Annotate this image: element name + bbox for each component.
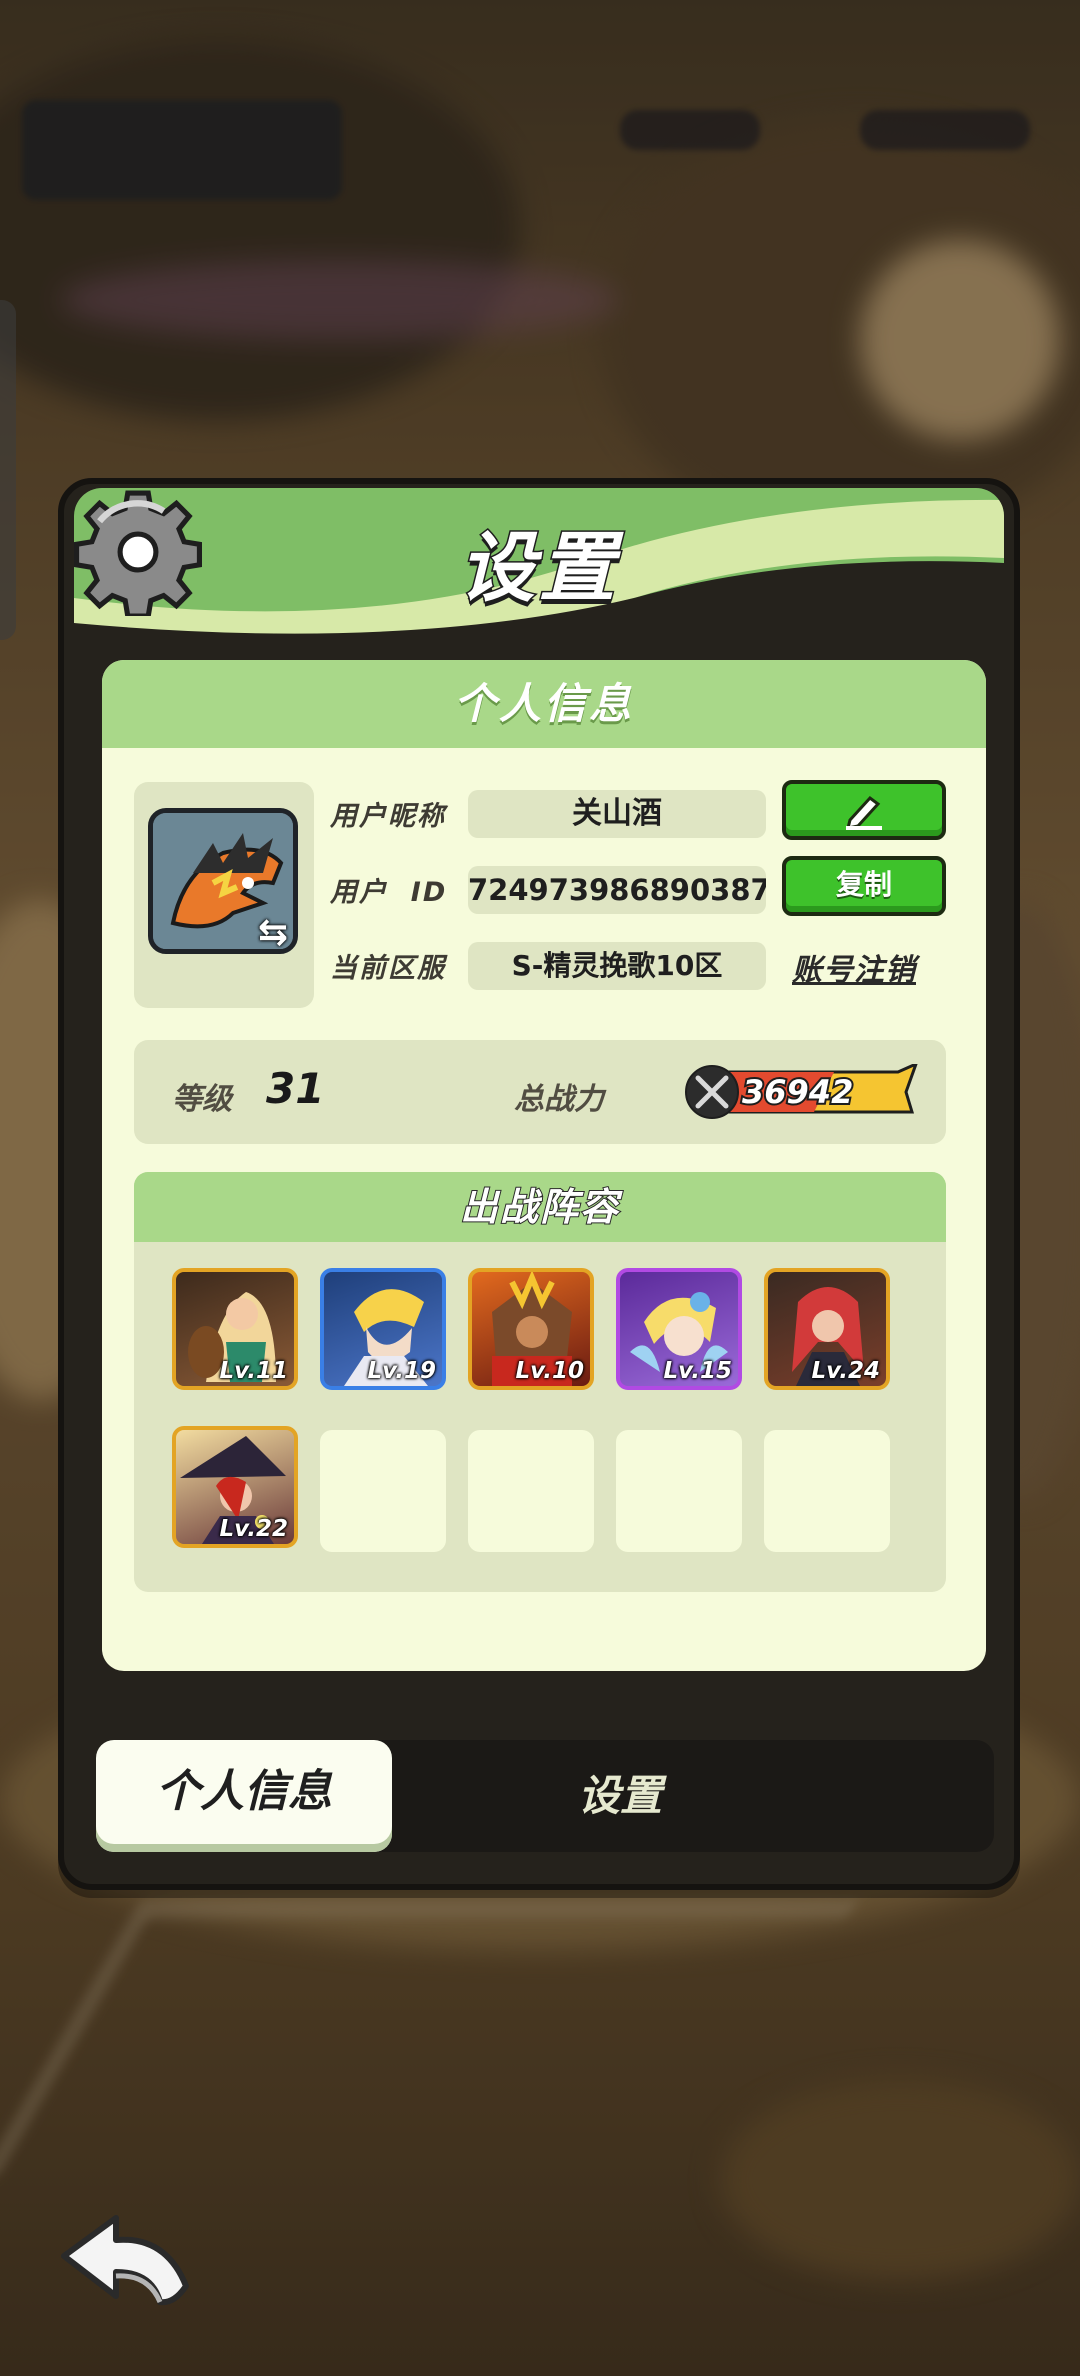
level-label: 等级 (172, 1082, 232, 1117)
account-cancel-link[interactable]: 账号注销 (792, 945, 916, 989)
hero-level: Lv.22 (219, 1516, 288, 1542)
hero-slot[interactable]: Lv.10 (468, 1268, 594, 1390)
level-value: 31 (266, 1064, 325, 1113)
power-label: 总战力 (514, 1082, 604, 1117)
stats-bar: 等级 31 总战力 36942 (134, 1040, 946, 1144)
battle-lineup: 出战阵容 Lv.11 Lv.19 Lv.10 Lv.15 Lv.24 Lv.22 (134, 1172, 946, 1592)
hero-level: Lv.10 (515, 1358, 584, 1384)
dialog-header: 设置 (74, 488, 1004, 638)
tab-profile[interactable]: 个人信息 (96, 1740, 392, 1852)
dialog-title: 设置 (458, 522, 619, 614)
pencil-icon (845, 795, 882, 830)
settings-dialog: 设置 个人信息 ⇆ 用户昵称 关山酒 用户 ID 724973986890387… (58, 478, 1020, 1890)
lineup-title: 出战阵容 (134, 1172, 946, 1242)
user-id-field: 7249739868903873​7 (468, 866, 766, 914)
nickname-field: 关山酒 (468, 790, 766, 838)
empty-hero-slot[interactable] (616, 1430, 742, 1552)
tab-settings[interactable]: 设置 (480, 1740, 760, 1852)
dialog-tab-bar: 个人信息 设置 (96, 1740, 994, 1852)
hero-level: Lv.15 (663, 1358, 732, 1384)
avatar-box: ⇆ (134, 782, 314, 1008)
server-field: S-精灵挽歌10区 (468, 942, 766, 990)
hero-slot[interactable]: Lv.15 (616, 1268, 742, 1390)
empty-hero-slot[interactable] (320, 1430, 446, 1552)
profile-section-title: 个人信息 (102, 660, 986, 748)
empty-hero-slot[interactable] (468, 1430, 594, 1552)
hero-level: Lv.19 (367, 1358, 436, 1384)
server-label: 当前区服 (330, 953, 446, 984)
swap-icon[interactable]: ⇆ (258, 912, 288, 953)
hero-slot[interactable]: Lv.11 (172, 1268, 298, 1390)
hero-level: Lv.11 (219, 1358, 288, 1384)
empty-hero-slot[interactable] (764, 1430, 890, 1552)
power-value: 36942 (742, 1073, 853, 1111)
hero-slot[interactable]: Lv.24 (764, 1268, 890, 1390)
profile-card: 个人信息 ⇆ 用户昵称 关山酒 用户 ID 724973986890387 复制… (102, 660, 986, 1671)
hero-level: Lv.24 (811, 1358, 880, 1384)
back-arrow-icon[interactable] (56, 2212, 196, 2312)
hero-slot[interactable]: Lv.19 (320, 1268, 446, 1390)
power-badge: 36942 (684, 1061, 920, 1120)
copy-id-button[interactable]: 复制 (782, 856, 946, 916)
nickname-label: 用户昵称 (330, 801, 446, 832)
edit-nickname-button[interactable] (782, 780, 946, 840)
user-id-label: 用户 ID (330, 877, 448, 908)
hero-slot[interactable]: Lv.22 (172, 1426, 298, 1548)
